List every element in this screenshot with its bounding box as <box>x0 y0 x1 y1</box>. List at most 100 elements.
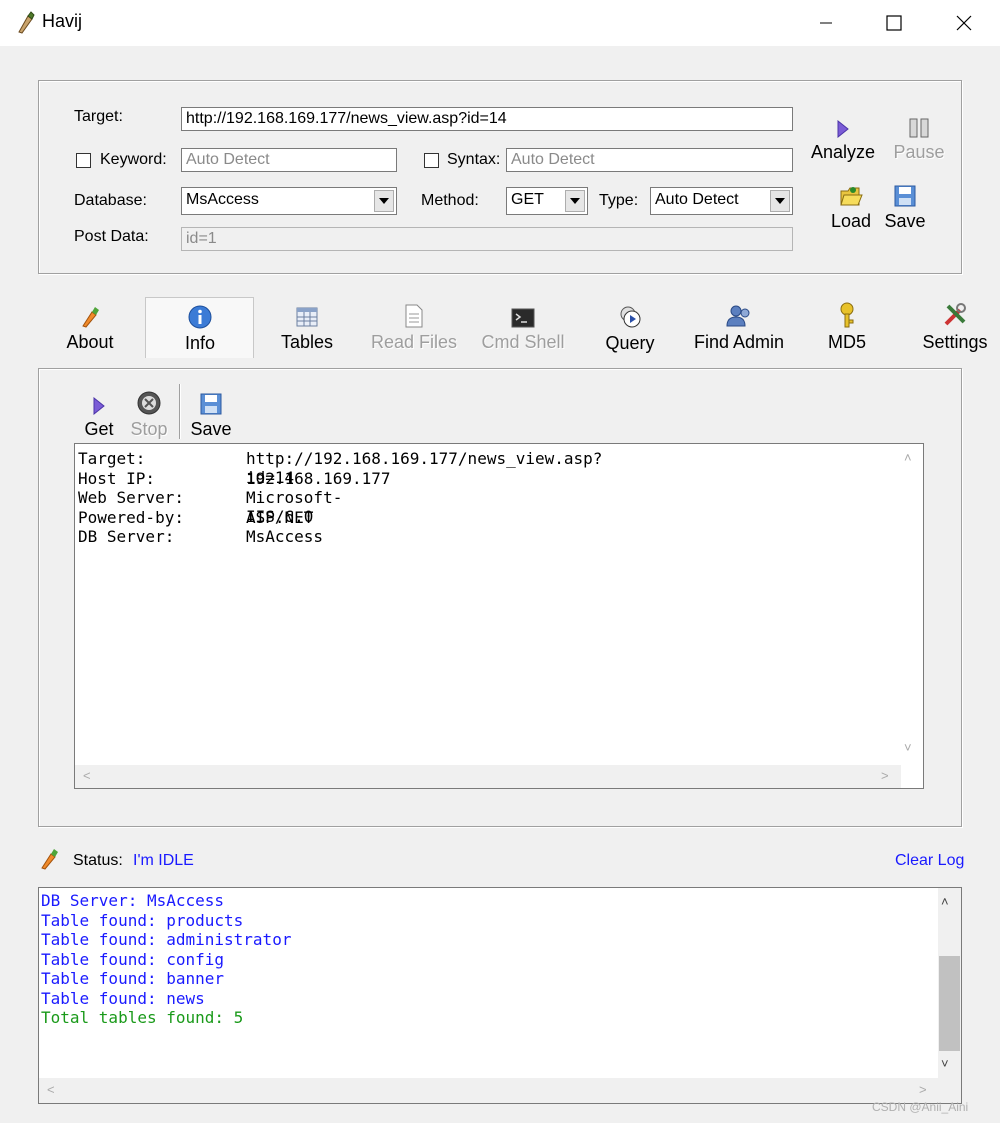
log-line: Table found: config <box>41 949 225 969</box>
get-label: Get <box>84 419 114 439</box>
tab-query[interactable]: Query <box>594 303 666 354</box>
maximize-button[interactable] <box>860 0 928 46</box>
database-select[interactable]: MsAccess <box>181 187 397 215</box>
tab-cmd-shell-label: Cmd Shell <box>481 332 565 352</box>
scroll-right-icon[interactable]: > <box>881 768 889 783</box>
window-title: Havij <box>42 11 83 31</box>
info-row: Target: http://192.168.169.177/news_view.… <box>78 449 602 487</box>
minimize-button[interactable] <box>792 0 860 46</box>
info-key: DB Server: <box>78 527 175 547</box>
log-textbox[interactable]: DB Server: MsAccess Table found: product… <box>38 887 962 1104</box>
tab-about[interactable]: About <box>50 302 130 353</box>
status-label: Status: <box>73 852 123 869</box>
stop-icon <box>126 389 172 415</box>
scroll-left-icon[interactable]: < <box>83 768 91 783</box>
target-input[interactable]: http://192.168.169.177/news_view.asp?id=… <box>181 107 793 131</box>
tools-icon <box>912 302 998 328</box>
keyword-label: Keyword: <box>100 151 167 168</box>
info-save-button[interactable]: Save <box>188 389 234 440</box>
stop-button[interactable]: Stop <box>126 389 172 440</box>
info-value: ASP.NET <box>246 507 314 527</box>
pause-button[interactable]: Pause <box>888 112 950 163</box>
scrollbar-thumb[interactable] <box>939 956 960 1051</box>
type-value: Auto Detect <box>655 191 739 208</box>
query-icon <box>594 303 666 329</box>
postdata-input[interactable]: id=1 <box>181 227 793 251</box>
scroll-up-icon[interactable]: ˄ <box>904 450 912 465</box>
save-button[interactable]: Save <box>880 181 930 232</box>
tab-read-files[interactable]: Read Files <box>364 302 464 353</box>
log-lines: DB Server: MsAccess Table found: product… <box>41 891 291 1028</box>
tab-settings[interactable]: Settings <box>912 302 998 353</box>
admin-user-icon <box>684 302 794 328</box>
info-value: MsAccess <box>246 527 324 547</box>
vertical-scrollbar[interactable]: ˄ ˅ <box>938 888 961 1078</box>
load-button[interactable]: Load <box>826 181 876 232</box>
log-line: Table found: administrator <box>41 930 292 949</box>
chevron-down-icon[interactable] <box>374 190 394 212</box>
key-icon <box>814 302 880 328</box>
info-row: Powered-by: ASP.NET <box>78 508 313 528</box>
syntax-checkbox[interactable] <box>424 153 439 168</box>
info-rows: Target: http://192.168.169.177/news_view.… <box>78 449 602 547</box>
scroll-up-icon[interactable]: ˄ <box>941 894 949 909</box>
chevron-down-icon[interactable] <box>565 190 585 212</box>
log-line: Total tables found: 5 <box>41 1008 244 1027</box>
target-label: Target: <box>74 108 123 125</box>
tab-info-label: Info <box>184 333 216 353</box>
tab-query-label: Query <box>605 333 655 353</box>
log-line: Table found: news <box>41 988 205 1008</box>
syntax-label: Syntax: <box>447 151 501 168</box>
floppy-disk-icon <box>188 389 234 415</box>
tab-info[interactable]: Info <box>160 303 240 354</box>
info-row: Host IP: 192.168.169.177 <box>78 468 391 489</box>
save-label: Save <box>884 211 926 231</box>
tab-cmd-shell[interactable]: Cmd Shell <box>472 302 574 353</box>
database-value: MsAccess <box>186 191 259 208</box>
play-icon <box>80 389 118 415</box>
tab-md5-label: MD5 <box>827 332 866 352</box>
carrot-icon <box>38 846 62 872</box>
pause-icon <box>888 112 950 138</box>
title-bar: Havij <box>0 0 1000 46</box>
tab-find-admin[interactable]: Find Admin <box>684 302 794 353</box>
analyze-button[interactable]: Analyze <box>808 112 878 163</box>
horizontal-scrollbar[interactable]: < > <box>39 1078 961 1103</box>
tab-find-admin-label: Find Admin <box>693 332 785 352</box>
log-line: Table found: products <box>41 910 244 930</box>
horizontal-scrollbar[interactable]: < > <box>75 765 901 788</box>
tab-about-label: About <box>66 332 114 352</box>
tab-md5[interactable]: MD5 <box>814 302 880 353</box>
log-line: Table found: banner <box>41 969 225 988</box>
havij-app-icon <box>14 10 36 34</box>
clear-log-link[interactable]: Clear Log <box>895 852 964 870</box>
tab-read-files-label: Read Files <box>370 332 458 352</box>
scroll-left-icon[interactable]: < <box>47 1082 55 1097</box>
scroll-right-icon[interactable]: > <box>919 1082 927 1097</box>
tab-tables[interactable]: Tables <box>266 302 348 353</box>
pause-label: Pause <box>893 142 945 162</box>
analyze-label: Analyze <box>810 142 876 162</box>
syntax-input[interactable]: Auto Detect <box>506 148 793 172</box>
close-button[interactable] <box>930 0 998 46</box>
info-icon <box>160 303 240 329</box>
keyword-checkbox[interactable] <box>76 153 91 168</box>
get-button[interactable]: Get <box>80 389 118 440</box>
info-key: Host IP: <box>78 468 156 488</box>
scroll-down-icon[interactable]: ˅ <box>904 740 912 755</box>
scroll-down-icon[interactable]: ˅ <box>941 1056 949 1071</box>
info-row: Web Server: Microsoft-IIS/6.0 <box>78 488 342 526</box>
postdata-label: Post Data: <box>74 228 149 245</box>
floppy-disk-icon <box>880 181 930 207</box>
tab-settings-label: Settings <box>922 332 988 352</box>
type-select[interactable]: Auto Detect <box>650 187 793 215</box>
info-textbox[interactable]: Target: http://192.168.169.177/news_view.… <box>74 443 924 789</box>
keyword-input[interactable]: Auto Detect <box>181 148 397 172</box>
type-label: Type: <box>599 192 639 209</box>
log-line: DB Server: MsAccess <box>41 891 225 910</box>
chevron-down-icon[interactable] <box>770 190 790 212</box>
stop-label: Stop <box>130 419 168 439</box>
method-label: Method: <box>421 192 479 209</box>
method-select[interactable]: GET <box>506 187 588 215</box>
database-label: Database: <box>74 192 147 209</box>
